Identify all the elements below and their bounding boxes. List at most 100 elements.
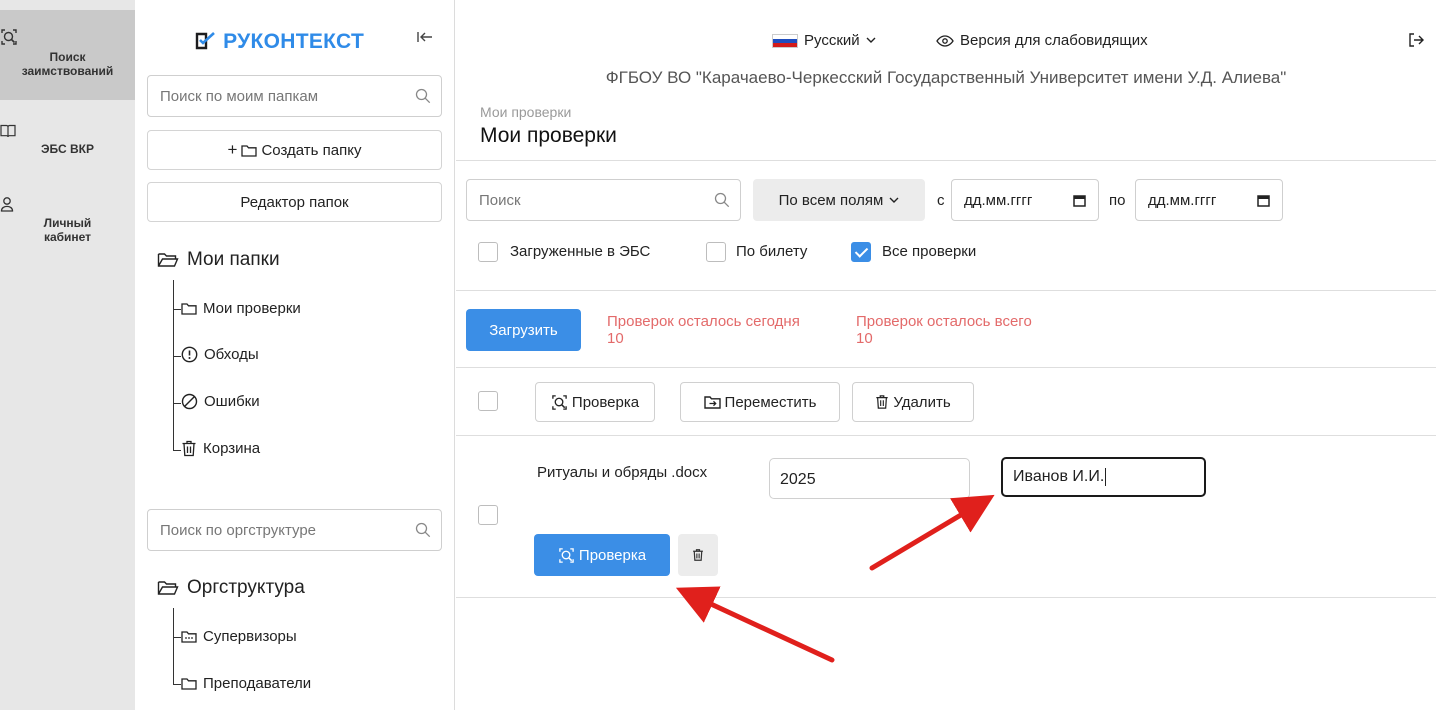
divider bbox=[456, 367, 1436, 368]
year-field[interactable]: 2025 bbox=[769, 458, 970, 499]
breadcrumb[interactable]: Мои проверки bbox=[480, 104, 571, 120]
rail-label: заимствований bbox=[21, 64, 114, 78]
folder-move-icon bbox=[703, 395, 721, 409]
search-doc-icon bbox=[0, 28, 135, 46]
date-to-placeholder: дд.мм.гггг bbox=[1148, 191, 1217, 209]
quota-total: Проверок осталось всего 10 bbox=[856, 313, 1032, 347]
folder-search-input[interactable]: Поиск по моим папкам bbox=[147, 75, 442, 117]
checkbox-all-checks[interactable] bbox=[851, 242, 871, 262]
search-placeholder: Поиск bbox=[479, 191, 521, 209]
tree-connector bbox=[173, 309, 181, 310]
my-folders-title: Мои папки bbox=[187, 249, 280, 270]
delete-document-button[interactable] bbox=[678, 534, 718, 576]
select-all-checkbox[interactable] bbox=[478, 391, 498, 411]
quota-today: Проверок осталось сегодня 10 bbox=[607, 313, 800, 347]
org-search-placeholder: Поиск по оргструктуре bbox=[160, 521, 317, 539]
folder-item-errors[interactable]: Ошибки bbox=[181, 393, 260, 410]
folder-editor-label: Редактор папок bbox=[240, 193, 349, 211]
folder-icon bbox=[181, 677, 197, 690]
folder-item-label: Корзина bbox=[203, 440, 261, 457]
rail-item-ebs-vkr[interactable]: ЭБС ВКР bbox=[0, 124, 135, 174]
org-item-teachers[interactable]: Преподаватели bbox=[181, 675, 311, 692]
move-label: Переместить bbox=[724, 393, 817, 411]
tree-connector bbox=[173, 356, 181, 357]
org-item-supervisors[interactable]: Супервизоры bbox=[181, 628, 297, 645]
my-folders-root[interactable]: Мои папки bbox=[157, 249, 280, 271]
logo-text: РУКОНТЕКСТ bbox=[223, 30, 365, 53]
org-item-label: Преподаватели bbox=[203, 675, 312, 692]
date-to-input[interactable]: дд.мм.гггг bbox=[1135, 179, 1283, 221]
delete-label: Удалить bbox=[893, 393, 951, 411]
plus-icon: + bbox=[227, 140, 238, 159]
date-from-label: с bbox=[937, 192, 945, 209]
low-vision-label: Версия для слабовидящих bbox=[960, 32, 1148, 49]
org-item-label: Супервизоры bbox=[203, 628, 297, 645]
folder-open-icon bbox=[157, 579, 179, 597]
divider bbox=[456, 597, 1436, 598]
logo-mark-icon bbox=[195, 30, 223, 53]
delete-button[interactable]: Удалить bbox=[852, 382, 974, 422]
author-value: Иванов И.И. bbox=[1013, 468, 1105, 485]
rail-item-plagiarism-search[interactable]: Поиск заимствований bbox=[0, 10, 135, 100]
run-check-button[interactable]: Проверка bbox=[534, 534, 670, 576]
divider bbox=[456, 160, 1436, 161]
folder-sidebar: РУКОНТЕКСТ Поиск по моим папкам + Создат… bbox=[135, 0, 455, 710]
calendar-icon[interactable] bbox=[1073, 194, 1086, 207]
low-vision-link[interactable]: Версия для слабовидящих bbox=[936, 32, 1148, 49]
checkbox-label: Все проверки bbox=[882, 243, 977, 260]
organization-name: ФГБОУ ВО "Карачаево-Черкесский Государст… bbox=[605, 68, 1287, 87]
check-selected-button[interactable]: Проверка bbox=[535, 382, 655, 422]
trash-icon bbox=[181, 440, 197, 457]
tree-connector bbox=[173, 450, 181, 451]
search-icon bbox=[415, 522, 431, 538]
rail-item-profile[interactable]: Личный кабинет bbox=[0, 196, 135, 266]
folder-item-label: Ошибки bbox=[204, 393, 260, 410]
search-field-value: По всем полям bbox=[778, 191, 884, 209]
russia-flag-icon bbox=[772, 33, 798, 48]
author-field[interactable]: Иванов И.И. bbox=[1001, 457, 1206, 497]
search-doc-icon bbox=[558, 547, 575, 564]
trash-icon bbox=[875, 394, 889, 410]
logout-icon[interactable] bbox=[1408, 32, 1424, 48]
org-title: Оргструктура bbox=[187, 577, 305, 598]
rail-label: ЭБС ВКР bbox=[41, 142, 94, 156]
date-to-label: по bbox=[1109, 192, 1126, 209]
checkbox-uploaded-ebs[interactable] bbox=[478, 242, 498, 262]
chevron-down-icon bbox=[866, 37, 876, 44]
folder-item-my-checks[interactable]: Мои проверки bbox=[181, 300, 301, 317]
folder-editor-button[interactable]: Редактор папок bbox=[147, 182, 442, 222]
quota-today-value: 10 bbox=[607, 330, 624, 347]
calendar-icon[interactable] bbox=[1257, 194, 1270, 207]
search-input[interactable]: Поиск bbox=[466, 179, 741, 221]
year-value: 2025 bbox=[780, 471, 816, 488]
move-button[interactable]: Переместить bbox=[680, 382, 840, 422]
folder-item-bypasses[interactable]: Обходы bbox=[181, 346, 259, 363]
folder-item-trash[interactable]: Корзина bbox=[181, 440, 260, 457]
quota-total-label: Проверок осталось всего bbox=[856, 313, 1032, 330]
collapse-sidebar-icon[interactable] bbox=[417, 30, 433, 44]
create-folder-button[interactable]: + Создать папку bbox=[147, 130, 442, 170]
date-from-input[interactable]: дд.мм.гггг bbox=[951, 179, 1099, 221]
search-icon bbox=[415, 88, 431, 104]
create-folder-label: Создать папку bbox=[261, 141, 362, 159]
user-icon bbox=[0, 196, 135, 212]
upload-label: Загрузить bbox=[489, 321, 558, 339]
search-icon bbox=[714, 192, 730, 208]
rail-label: Поиск bbox=[49, 50, 86, 64]
org-search-input[interactable]: Поиск по оргструктуре bbox=[147, 509, 442, 551]
divider bbox=[456, 290, 1436, 291]
language-selector[interactable]: Русский bbox=[772, 32, 876, 49]
folder-open-icon bbox=[157, 251, 179, 269]
folder-item-label: Мои проверки bbox=[203, 300, 301, 317]
upload-button[interactable]: Загрузить bbox=[466, 309, 581, 351]
search-field-select[interactable]: По всем полям bbox=[753, 179, 925, 221]
text-cursor bbox=[1105, 468, 1107, 486]
rail-label: кабинет bbox=[43, 230, 92, 244]
logo: РУКОНТЕКСТ bbox=[195, 30, 364, 54]
checkbox-by-ticket[interactable] bbox=[706, 242, 726, 262]
folder-icon bbox=[181, 302, 197, 315]
document-checkbox[interactable] bbox=[478, 505, 498, 525]
org-structure-root[interactable]: Оргструктура bbox=[157, 577, 305, 599]
language-label: Русский bbox=[804, 32, 860, 49]
eye-icon bbox=[936, 34, 954, 47]
